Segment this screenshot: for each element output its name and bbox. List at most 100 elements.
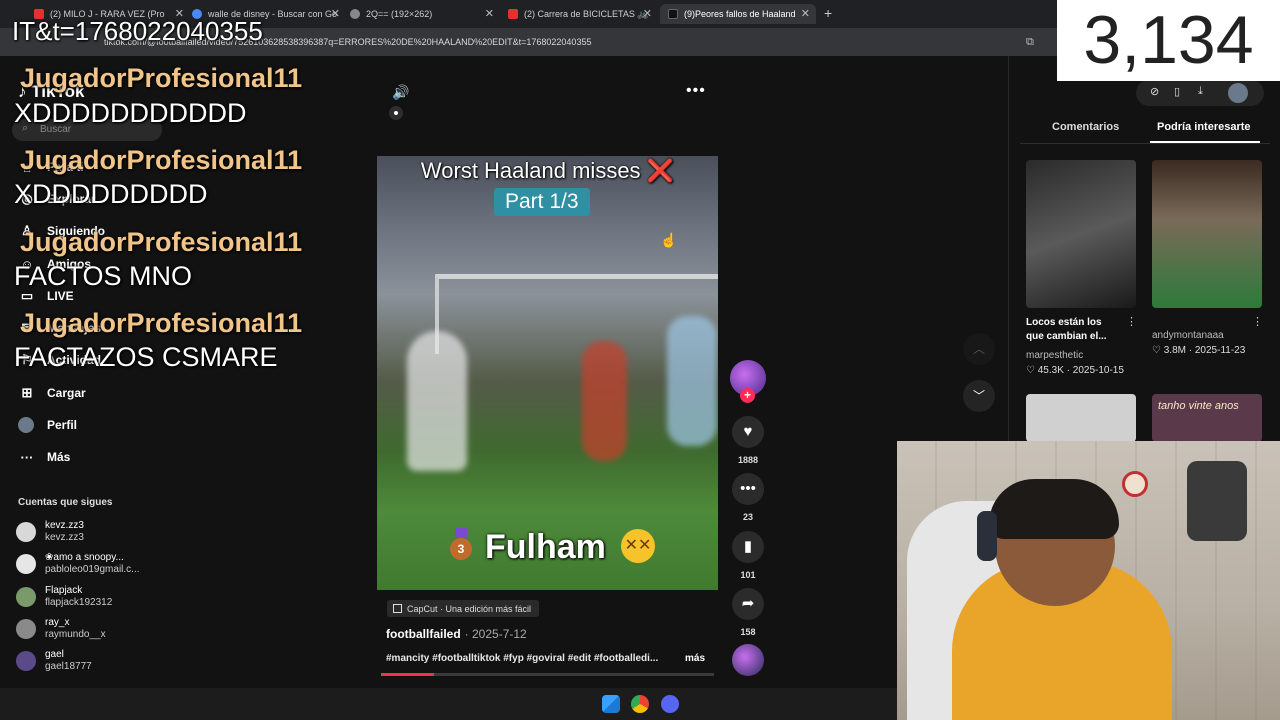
close-icon[interactable]: ✕ — [485, 7, 494, 20]
thumbnail-stats: ♡ 45.3K · 2025-10-15 — [1026, 365, 1124, 376]
next-video-button[interactable]: ﹀ — [963, 380, 995, 412]
avatar[interactable] — [1228, 83, 1248, 103]
download-icon[interactable]: ⤓ — [1198, 85, 1203, 98]
music-disc-icon[interactable] — [732, 644, 764, 676]
following-account[interactable]: Flapjack flapjack192312 — [16, 585, 112, 609]
avatar — [16, 522, 36, 542]
sidebar-item-label: Perfil — [47, 418, 78, 432]
video-thumbnail[interactable] — [1026, 394, 1136, 442]
more-link[interactable]: más — [685, 653, 705, 664]
tab-podria-interesarte[interactable]: Podría interesarte — [1157, 121, 1251, 133]
comment-icon: ••• — [740, 480, 756, 497]
video-date: · 2025-7-12 — [464, 627, 527, 641]
following-account[interactable]: kevz.zz3 kevz.zz3 — [16, 520, 84, 544]
no-sign-icon — [1122, 471, 1148, 497]
youtube-icon — [508, 9, 518, 19]
close-icon[interactable]: ✕ — [331, 7, 340, 20]
thumbnail-author[interactable]: andymontanaaa — [1152, 330, 1224, 341]
share-button[interactable]: ➦ — [732, 588, 764, 620]
thumbnail-author[interactable]: marpesthetic — [1026, 350, 1083, 361]
kebab-menu-icon[interactable]: ⋮ — [1252, 315, 1263, 328]
account-handle: gael18777 — [45, 661, 92, 672]
like-button[interactable]: ♥ — [732, 416, 764, 448]
avatar — [16, 554, 36, 574]
close-icon[interactable]: ✕ — [801, 7, 810, 20]
tab-comentarios[interactable]: Comentarios — [1052, 121, 1119, 133]
account-name: gael — [45, 649, 64, 660]
compass-icon[interactable]: ⊘ — [1150, 85, 1159, 98]
video-part-label: Part 1/3 — [494, 188, 590, 216]
following-account[interactable]: ray_x raymundo__x — [16, 617, 106, 641]
chat-username: JugadorProfesional11 — [20, 145, 303, 175]
account-name: kevz.zz3 — [45, 520, 84, 531]
thumbnail-caption: Locos están los que cambian el... — [1026, 316, 1107, 344]
profile-icon — [18, 417, 34, 433]
tab-title: (9)Peores fallos de Haaland — [684, 9, 796, 19]
capcut-badge[interactable]: CapCut · Una edición más fácil — [387, 600, 540, 617]
save-count: 101 — [740, 570, 756, 580]
volume-slider[interactable] — [389, 106, 403, 120]
account-handle: pabloleo019gmail.c... — [45, 564, 140, 575]
player-figure — [582, 341, 627, 461]
active-tab-indicator — [1150, 141, 1260, 143]
more-icon: ··· — [20, 449, 34, 465]
install-icon[interactable]: ⧉ — [1026, 36, 1034, 49]
video-team-label: Fulham — [485, 528, 606, 566]
windows-start-icon[interactable] — [602, 695, 620, 713]
following-account[interactable]: ❀amo a snoopy... pabloleo019gmail.c... — [16, 552, 140, 576]
chrome-icon[interactable] — [631, 695, 649, 713]
account-name: ❀amo a snoopy... — [45, 552, 124, 563]
sidebar-item-label: Más — [47, 450, 71, 464]
hand-cursor-icon: ☝ — [660, 232, 678, 248]
save-button[interactable]: ▮ — [732, 531, 764, 563]
browser-tab-active[interactable]: (9)Peores fallos de Haaland ✕ — [660, 4, 816, 24]
thumbnail-overlay-text: tanho vinte anos — [1158, 400, 1239, 412]
video-thumbnail[interactable]: tanho vinte anos — [1152, 394, 1262, 442]
avatar — [16, 651, 36, 671]
following-header: Cuentas que sigues — [18, 497, 113, 508]
avatar — [16, 587, 36, 607]
sidebar-item-perfil[interactable]: Perfil — [18, 415, 77, 435]
volume-icon[interactable]: 🔊 — [392, 84, 409, 101]
discord-icon[interactable] — [661, 695, 679, 713]
browser-tab[interactable]: (2) Carrera de BICICLETAS 🚲 ✕ — [508, 4, 652, 24]
video-author[interactable]: footballfailed · 2025-7-12 — [386, 627, 527, 641]
following-account[interactable]: gael gael18777 — [16, 649, 92, 673]
video-progress-bar[interactable] — [381, 673, 714, 676]
dizzy-face-icon: ✕✕ — [621, 529, 655, 563]
phone-icon[interactable]: ▯ — [1174, 85, 1180, 98]
video-thumbnail[interactable] — [1152, 160, 1262, 308]
follow-plus-icon[interactable]: + — [740, 388, 755, 403]
chat-message: XDDDDDDDDD — [14, 179, 208, 209]
more-options-icon[interactable]: ••• — [686, 82, 706, 100]
medal-icon: 3 — [450, 528, 472, 562]
medal-number: 3 — [450, 538, 472, 560]
chat-message: XDDDDDDDDDDD — [14, 98, 247, 128]
tab-divider — [1020, 143, 1270, 144]
browser-tab[interactable]: 2Q== (192×262) ✕ — [350, 4, 494, 24]
previous-video-button[interactable]: ︿ — [963, 333, 995, 365]
player-figure — [407, 331, 467, 471]
sidebar-item-cargar[interactable]: ⊞ Cargar — [18, 383, 86, 403]
tab-title: 2Q== (192×262) — [366, 9, 433, 19]
account-handle: raymundo__x — [45, 629, 106, 640]
globe-icon — [350, 9, 360, 19]
heart-icon: ♥ — [743, 423, 753, 440]
comment-button[interactable]: ••• — [732, 473, 764, 505]
account-handle: kevz.zz3 — [45, 532, 84, 543]
share-icon: ➦ — [741, 595, 755, 612]
video-player[interactable]: Worst Haaland misses ❌ Part 1/3 3 Fulham… — [377, 156, 718, 590]
video-hashtags[interactable]: #mancity #footballtiktok #fyp #goviral #… — [386, 653, 658, 664]
video-thumbnail[interactable] — [1026, 160, 1136, 308]
sidebar-item-label: Cargar — [47, 386, 86, 400]
sidebar-item-mas[interactable]: ··· Más — [18, 447, 71, 467]
chevron-up-icon: ︿ — [972, 342, 985, 356]
author-name: footballfailed — [386, 627, 461, 641]
chat-username: JugadorProfesional11 — [20, 308, 303, 338]
new-tab-icon[interactable]: + — [824, 5, 832, 21]
close-icon[interactable]: ✕ — [643, 7, 652, 20]
tab-title: (2) Carrera de BICICLETAS 🚲 — [524, 8, 649, 19]
chat-message: FACTAZOS CSMARE — [14, 342, 278, 372]
webcam-feed — [897, 441, 1280, 720]
kebab-menu-icon[interactable]: ⋮ — [1126, 315, 1137, 328]
